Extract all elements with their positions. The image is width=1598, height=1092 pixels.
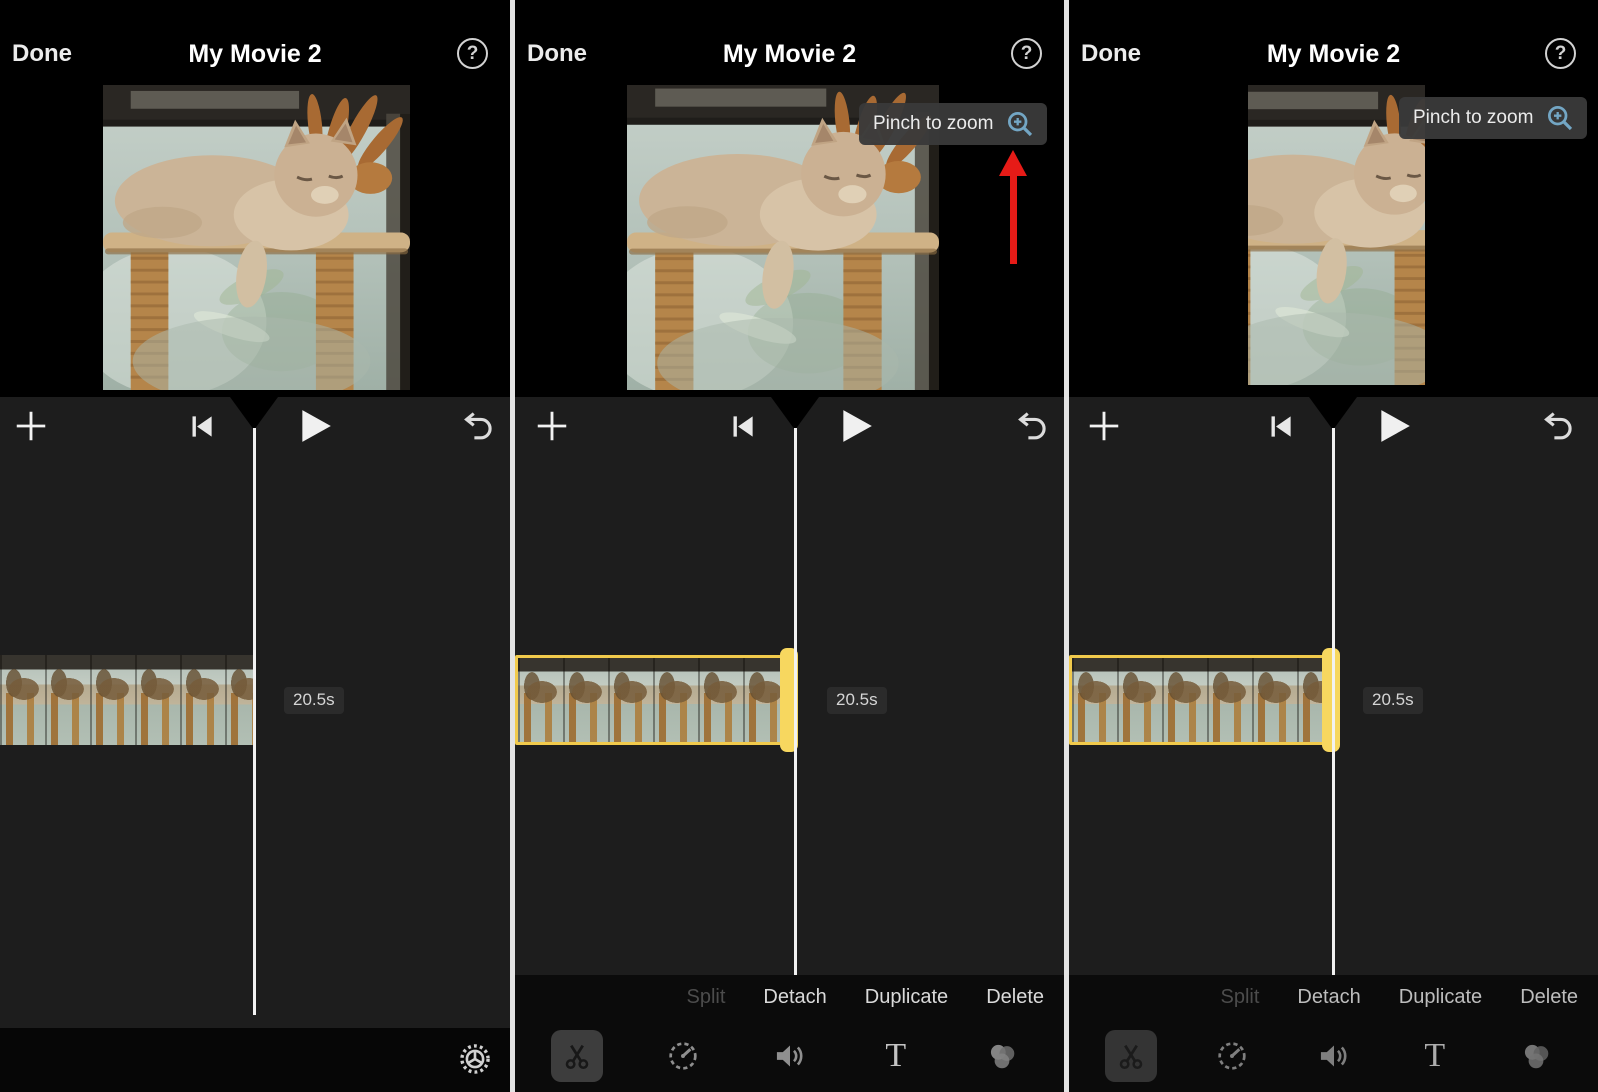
filters-tool-button[interactable] [1510, 1030, 1562, 1082]
timeline: 20.5s [0, 397, 510, 1028]
titles-tool-button[interactable]: T [870, 1030, 922, 1082]
undo-button[interactable] [460, 409, 494, 443]
trim-handle-right[interactable] [1322, 648, 1340, 752]
speed-tool-button[interactable] [657, 1030, 709, 1082]
play-button[interactable] [296, 407, 334, 445]
playhead-notch [771, 397, 819, 430]
delete-button[interactable]: Delete [986, 986, 1044, 1009]
question-mark-icon: ? [1554, 42, 1567, 64]
imovie-tutorial-composite: Done My Movie 2 ? 20.5s Done My Movie 2 … [0, 0, 1598, 1092]
video-clip-filmstrip[interactable] [0, 655, 253, 745]
detach-button[interactable]: Detach [763, 986, 826, 1009]
duration-badge: 20.5s [1363, 687, 1423, 714]
letter-t-icon: T [885, 1037, 907, 1074]
question-mark-icon: ? [466, 42, 479, 64]
help-button[interactable]: ? [1545, 38, 1576, 69]
tooltip-label: Pinch to zoom [873, 113, 994, 134]
add-media-button[interactable] [533, 407, 571, 445]
skip-to-start-button[interactable] [729, 413, 756, 440]
filters-tool-button[interactable] [976, 1030, 1028, 1082]
playhead-notch [1309, 397, 1357, 430]
delete-button[interactable]: Delete [1520, 986, 1578, 1009]
help-button[interactable]: ? [1011, 38, 1042, 69]
page-title: My Movie 2 [188, 40, 322, 68]
add-media-button[interactable] [1085, 407, 1123, 445]
speed-tool-button[interactable] [1206, 1030, 1258, 1082]
timeline: 20.5s [515, 397, 1064, 975]
page-title: My Movie 2 [1266, 40, 1401, 68]
skip-to-start-button[interactable] [188, 413, 215, 440]
playhead[interactable] [794, 428, 797, 975]
imovie-step-3: Done My Movie 2 ? Pinch to zoom 20.5s Sp… [1069, 0, 1598, 1092]
tooltip-label: Pinch to zoom [1413, 107, 1534, 128]
question-mark-icon: ? [1020, 42, 1033, 64]
clip-actions: Split Detach Duplicate Delete [687, 986, 1044, 1009]
duplicate-button[interactable]: Duplicate [1399, 986, 1482, 1009]
video-clip-filmstrip-selected[interactable] [515, 648, 798, 752]
annotation-red-up-arrow [997, 150, 1029, 266]
imovie-step-2: Done My Movie 2 ? Pinch to zoom 20.5s Sp… [515, 0, 1064, 1092]
undo-button[interactable] [1540, 409, 1574, 443]
duplicate-button[interactable]: Duplicate [865, 986, 948, 1009]
playhead[interactable] [253, 428, 256, 1015]
volume-tool-button[interactable] [764, 1030, 816, 1082]
help-button[interactable]: ? [457, 38, 488, 69]
imovie-step-1: Done My Movie 2 ? 20.5s [0, 0, 510, 1092]
page-title: My Movie 2 [722, 40, 857, 68]
tool-tabs: T [1105, 1026, 1562, 1086]
add-media-button[interactable] [12, 407, 50, 445]
playhead[interactable] [1332, 428, 1335, 975]
scissors-tool-button[interactable] [1105, 1030, 1157, 1082]
pinch-to-zoom-tooltip: Pinch to zoom [1399, 97, 1588, 139]
duration-badge: 20.5s [284, 687, 344, 714]
settings-button[interactable] [458, 1042, 492, 1081]
scissors-tool-button[interactable] [551, 1030, 603, 1082]
duration-badge: 20.5s [827, 687, 887, 714]
clip-edit-toolbar: Split Detach Duplicate Delete T [515, 975, 1064, 1092]
undo-button[interactable] [1014, 409, 1048, 443]
skip-to-start-button[interactable] [1267, 413, 1294, 440]
pinch-to-zoom-tooltip: Pinch to zoom [859, 103, 1048, 145]
zoom-in-magnifier-icon [1005, 109, 1035, 139]
cat-video-frame [103, 85, 410, 390]
tool-tabs: T [551, 1026, 1028, 1086]
video-clip-filmstrip-selected[interactable] [1069, 648, 1340, 752]
titles-tool-button[interactable]: T [1409, 1030, 1461, 1082]
header: Done My Movie 2 ? [0, 0, 510, 85]
project-bar [0, 1028, 510, 1092]
header: Done My Movie 2 ? [1069, 0, 1598, 85]
split-button[interactable]: Split [687, 986, 726, 1009]
video-preview[interactable] [103, 85, 410, 390]
zoom-in-magnifier-icon [1545, 103, 1575, 133]
volume-tool-button[interactable] [1308, 1030, 1360, 1082]
letter-t-icon: T [1424, 1037, 1446, 1074]
play-button[interactable] [837, 407, 875, 445]
split-button[interactable]: Split [1221, 986, 1260, 1009]
play-button[interactable] [1375, 407, 1413, 445]
clip-edit-toolbar: Split Detach Duplicate Delete T [1069, 975, 1598, 1092]
timeline: 20.5s [1069, 397, 1598, 975]
detach-button[interactable]: Detach [1297, 986, 1360, 1009]
header: Done My Movie 2 ? [515, 0, 1064, 85]
playhead-notch [230, 397, 278, 430]
clip-actions: Split Detach Duplicate Delete [1221, 986, 1578, 1009]
